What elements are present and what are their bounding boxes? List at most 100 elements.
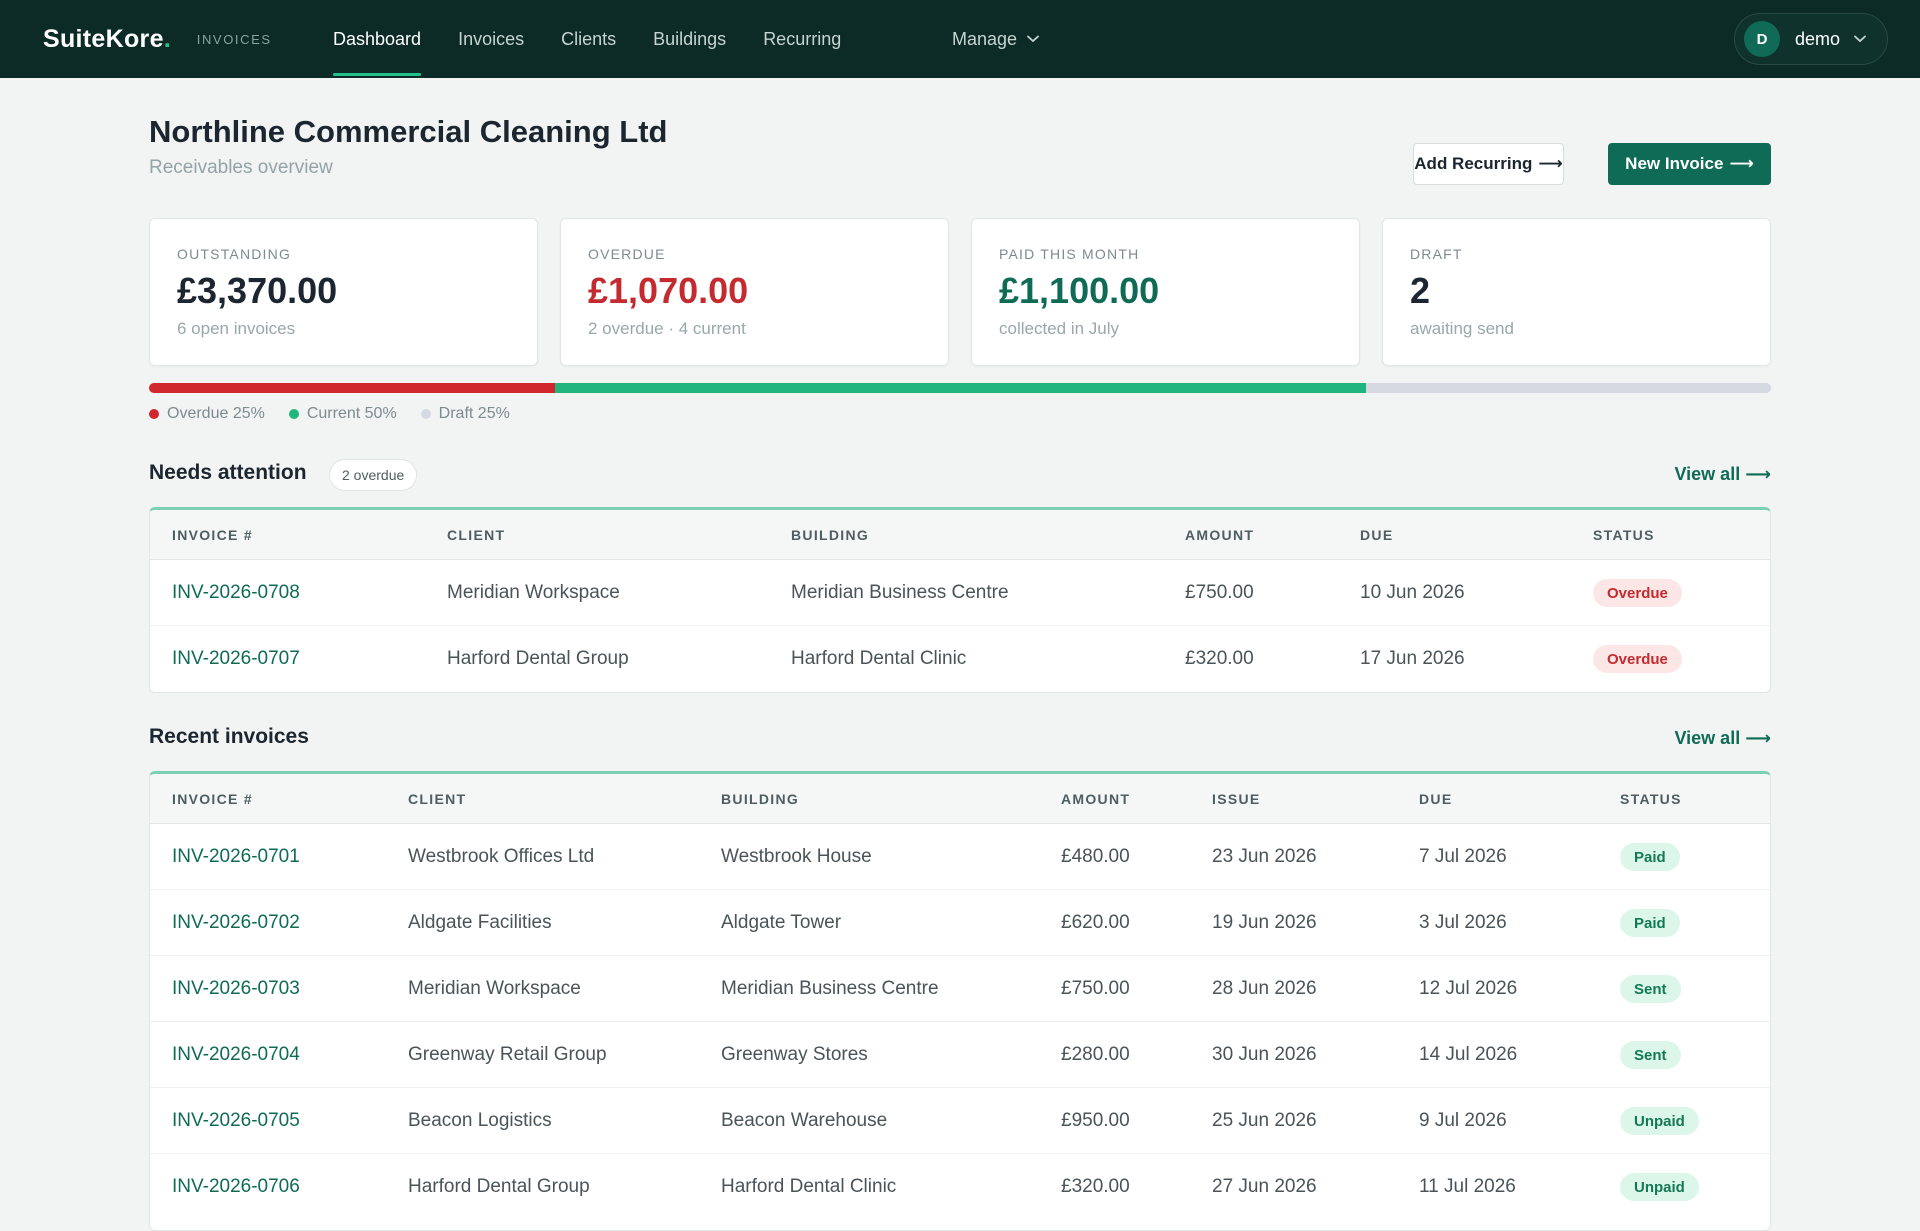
building-cell: Greenway Stores xyxy=(721,1044,868,1065)
amount-cell: £750.00 xyxy=(1061,978,1130,999)
column-header-building[interactable]: BUILDING xyxy=(791,510,869,560)
amount-cell: £320.00 xyxy=(1061,1176,1130,1197)
nav-manage-label: Manage xyxy=(952,28,1018,49)
legend-label: Draft 25% xyxy=(438,405,510,422)
client-cell: Greenway Retail Group xyxy=(408,1044,607,1065)
nav-recurring[interactable]: Recurring xyxy=(763,0,841,78)
due-cell: 11 Jul 2026 xyxy=(1419,1176,1516,1197)
amount-cell: £750.00 xyxy=(1185,582,1254,603)
table-row[interactable]: INV-2026-0707 Harford Dental Group Harfo… xyxy=(150,626,1770,692)
table-row[interactable]: INV-2026-0708 Meridian Workspace Meridia… xyxy=(150,560,1770,626)
status-cell: Overdue xyxy=(1593,560,1682,626)
invoice-link[interactable]: INV-2026-0708 xyxy=(172,560,300,626)
kpi-note: awaiting send xyxy=(1410,319,1514,338)
kpi-label: OUTSTANDING xyxy=(177,246,292,262)
distribution-segment-current xyxy=(554,383,1366,393)
column-header-status[interactable]: STATUS xyxy=(1593,510,1655,560)
legend-dot xyxy=(420,409,431,419)
status-cell: Unpaid xyxy=(1620,1088,1699,1154)
table-row[interactable]: INV-2026-0702 Aldgate Facilities Aldgate… xyxy=(150,890,1770,956)
status-cell: Sent xyxy=(1620,1022,1681,1088)
column-header-status[interactable]: STATUS xyxy=(1620,774,1682,824)
kpi-value: £1,070.00 xyxy=(588,270,749,311)
table-row[interactable]: INV-2026-0704 Greenway Retail Group Gree… xyxy=(150,1022,1770,1088)
column-header-due[interactable]: DUE xyxy=(1419,774,1452,824)
nav-buildings[interactable]: Buildings xyxy=(653,0,726,78)
table-header: INVOICE # CLIENT BUILDING AMOUNT ISSUE D… xyxy=(150,774,1770,824)
table-row[interactable]: INV-2026-0701 Westbrook Offices Ltd West… xyxy=(150,824,1770,890)
kpi-label: PAID THIS MONTH xyxy=(999,246,1140,262)
invoice-link[interactable]: INV-2026-0705 xyxy=(172,1088,300,1154)
arrow-right-icon: ⟶ xyxy=(1538,154,1563,173)
status-badge: Paid xyxy=(1620,843,1680,871)
client-cell: Westbrook Offices Ltd xyxy=(408,846,595,867)
invoice-link[interactable]: INV-2026-0706 xyxy=(172,1154,300,1220)
needs-attention-title: Needs attention xyxy=(149,461,307,484)
client-cell: Aldgate Facilities xyxy=(408,912,552,933)
chevron-down-icon xyxy=(1027,35,1039,43)
invoice-link[interactable]: INV-2026-0701 xyxy=(172,824,300,890)
nav-invoices[interactable]: Invoices xyxy=(458,0,524,78)
column-header-client[interactable]: CLIENT xyxy=(408,774,466,824)
issue-cell: 25 Jun 2026 xyxy=(1212,1110,1317,1131)
distribution-segment-draft xyxy=(1365,383,1771,393)
kpi-card-outstanding: OUTSTANDING £3,370.00 6 open invoices xyxy=(149,218,538,366)
user-name: demo xyxy=(1795,28,1841,49)
legend-item-draft: Draft 25% xyxy=(420,405,510,423)
invoice-link[interactable]: INV-2026-0702 xyxy=(172,890,300,956)
table-row[interactable]: INV-2026-0706 Harford Dental Group Harfo… xyxy=(150,1154,1770,1220)
column-header-amount[interactable]: AMOUNT xyxy=(1061,774,1130,824)
kpi-label: DRAFT xyxy=(1410,246,1463,262)
view-all-recent-link[interactable]: View all ⟶ xyxy=(1674,728,1771,749)
brand-dot: . xyxy=(163,24,171,53)
legend-dot xyxy=(288,409,299,419)
view-all-attention-link[interactable]: View all ⟶ xyxy=(1674,464,1771,485)
building-cell: Aldgate Tower xyxy=(721,912,842,933)
column-header-due[interactable]: DUE xyxy=(1360,510,1393,560)
client-cell: Harford Dental Group xyxy=(408,1176,590,1197)
status-cell: Unpaid xyxy=(1620,1154,1699,1220)
status-badge: Sent xyxy=(1620,1041,1681,1069)
issue-cell: 27 Jun 2026 xyxy=(1212,1176,1317,1197)
brand[interactable]: SuiteKore. INVOICES xyxy=(43,0,272,78)
legend-item-overdue: Overdue 25% xyxy=(149,405,265,423)
kpi-value: £1,100.00 xyxy=(999,270,1160,311)
kpi-note: collected in July xyxy=(999,319,1120,338)
brand-name: SuiteKore xyxy=(43,24,164,53)
table-row[interactable]: INV-2026-0705 Beacon Logistics Beacon Wa… xyxy=(150,1088,1770,1154)
add-recurring-button[interactable]: Add Recurring ⟶ xyxy=(1413,143,1564,185)
nav-links: Dashboard Invoices Clients Buildings Rec… xyxy=(333,0,878,78)
kpi-value: £3,370.00 xyxy=(177,270,338,311)
kpi-card-overdue: OVERDUE £1,070.00 2 overdue · 4 current xyxy=(560,218,949,366)
building-cell: Westbrook House xyxy=(721,846,872,867)
column-header-amount[interactable]: AMOUNT xyxy=(1185,510,1254,560)
due-cell: 10 Jun 2026 xyxy=(1360,582,1465,603)
invoice-link[interactable]: INV-2026-0707 xyxy=(172,626,300,692)
nav-clients[interactable]: Clients xyxy=(561,0,616,78)
client-cell: Harford Dental Group xyxy=(447,648,629,669)
new-invoice-button[interactable]: New Invoice ⟶ xyxy=(1608,143,1771,185)
column-header-issue[interactable]: ISSUE xyxy=(1212,774,1261,824)
legend-item-current: Current 50% xyxy=(288,405,397,423)
client-cell: Meridian Workspace xyxy=(447,582,620,603)
issue-cell: 28 Jun 2026 xyxy=(1212,978,1317,999)
table-row[interactable]: INV-2026-0703 Meridian Workspace Meridia… xyxy=(150,956,1770,1022)
amount-cell: £620.00 xyxy=(1061,912,1130,933)
column-header-invoice[interactable]: INVOICE # xyxy=(172,774,253,824)
nav-manage-dropdown[interactable]: Manage xyxy=(952,0,1039,78)
invoice-link[interactable]: INV-2026-0704 xyxy=(172,1022,300,1088)
user-menu[interactable]: D demo xyxy=(1734,13,1888,65)
column-header-building[interactable]: BUILDING xyxy=(721,774,799,824)
due-cell: 14 Jul 2026 xyxy=(1419,1044,1518,1065)
needs-attention-table: INVOICE # CLIENT BUILDING AMOUNT DUE STA… xyxy=(149,507,1771,693)
invoice-link[interactable]: INV-2026-0703 xyxy=(172,956,300,1022)
legend-label: Current 50% xyxy=(306,405,397,422)
building-cell: Beacon Warehouse xyxy=(721,1110,888,1131)
distribution-segment-overdue xyxy=(149,383,555,393)
column-header-client[interactable]: CLIENT xyxy=(447,510,505,560)
nav-dashboard[interactable]: Dashboard xyxy=(333,0,422,78)
new-invoice-label: New Invoice xyxy=(1625,154,1724,173)
page-title: Northline Commercial Cleaning Ltd xyxy=(149,114,668,149)
building-cell: Harford Dental Clinic xyxy=(721,1176,897,1197)
column-header-invoice[interactable]: INVOICE # xyxy=(172,510,253,560)
